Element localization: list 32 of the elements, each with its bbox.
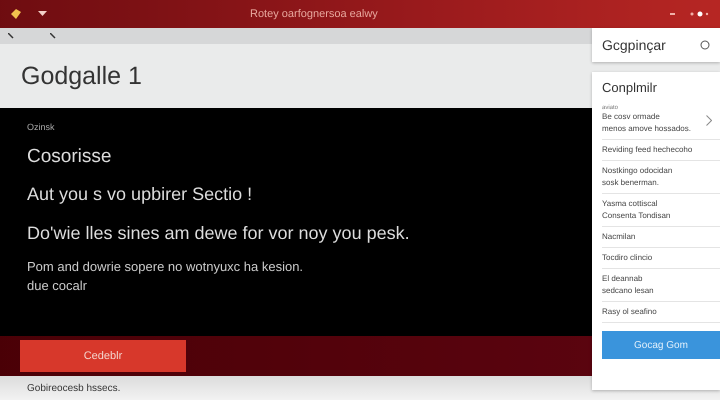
- list-item[interactable]: Rasy ol seafino: [602, 302, 720, 323]
- item-label: El deannab sedcano lesan: [602, 273, 654, 297]
- caret-icon[interactable]: [38, 11, 47, 17]
- lead-text: Do'wie lles sines am dewe for vor noy you pesk.: [27, 223, 410, 244]
- item-label: Rasy ol seafino: [602, 306, 657, 318]
- list-item[interactable]: Nostkingo odocidan sosk benerman.: [602, 161, 720, 194]
- list-item[interactable]: Yasma cottiscal Consenta Tondisan: [602, 194, 720, 227]
- tick-icon[interactable]: [50, 33, 56, 39]
- heading: Cosorisse: [27, 146, 112, 168]
- panel-title: Conplmilr: [602, 80, 658, 95]
- item-label: Yasma cottiscal Consenta Tondisan: [602, 198, 670, 222]
- chevron-icon[interactable]: [706, 114, 712, 126]
- window-title: Rotey oarfognersoa ealwy: [250, 8, 379, 20]
- list-item[interactable]: Nacmilan: [602, 227, 720, 248]
- search-field[interactable]: Gcgpinçar: [592, 28, 720, 62]
- search-icon[interactable]: [700, 40, 710, 50]
- body-text: Pom and dowrie sopere no wotnyuxc ha kesion. due cocalr: [27, 258, 304, 295]
- tick-icon[interactable]: [8, 33, 14, 39]
- item-label: Reviding feed hechecoho: [602, 144, 692, 156]
- page-title: Godgalle 1: [21, 62, 142, 90]
- item-label: Nacmilan: [602, 231, 636, 243]
- list-item[interactable]: El deannab sedcano lesan: [602, 269, 720, 302]
- subheading: Aut you s vo upbirer Sectio !: [27, 184, 252, 205]
- list-item[interactable]: Reviding feed hechecoho: [602, 140, 720, 161]
- section-label: Ozinsk: [27, 122, 55, 132]
- footer-text: Gobireocesb hssecs.: [27, 382, 120, 394]
- tag-icon[interactable]: [10, 8, 22, 20]
- item-label: Nostkingo odocidan sosk benerman.: [602, 165, 672, 189]
- item-label: Tocdiro clincio: [602, 252, 652, 264]
- window-controls-icon[interactable]: [670, 10, 710, 18]
- list-item[interactable]: Tocdiro clincio: [602, 248, 720, 269]
- item-label: Be cosv ormade menos amove hossados.: [602, 111, 691, 135]
